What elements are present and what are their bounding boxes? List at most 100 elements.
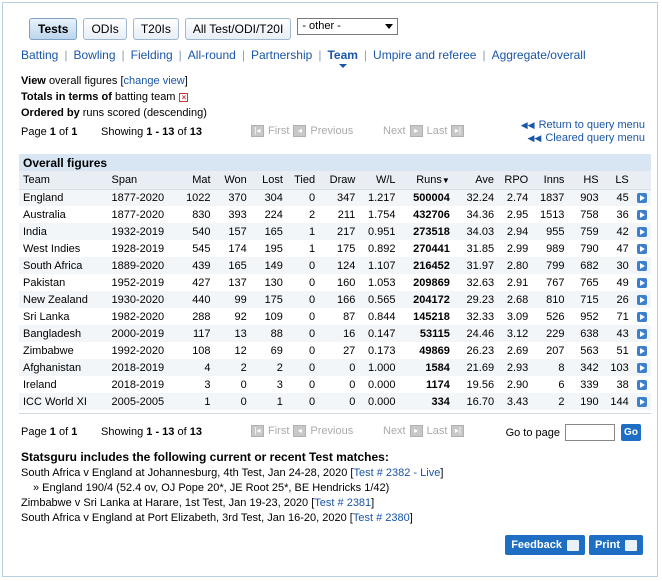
team-link[interactable]: Pakistan <box>19 274 108 291</box>
remove-icon[interactable]: × <box>179 92 189 102</box>
team-link[interactable]: New Zealand <box>19 291 108 308</box>
cleared-query-link[interactable]: Cleared query menu <box>545 132 645 144</box>
match-detail: » England 190/4 (52.4 ov, OJ Pope 20*, J… <box>33 482 390 494</box>
cell-inns: 2 <box>532 393 569 410</box>
team-link[interactable]: Sri Lanka <box>19 308 108 325</box>
cell-hs: 759 <box>568 223 603 240</box>
row-detail-arrow-icon[interactable] <box>637 362 647 373</box>
tab-t20is[interactable]: T20Is <box>132 18 179 40</box>
double-left-arrow-icon: ◀◀ <box>520 120 535 130</box>
cell-draw: 124 <box>319 257 360 274</box>
tab-all-formats[interactable]: All Test/ODI/T20I <box>184 18 292 40</box>
cell-runs: 216452 <box>399 257 454 274</box>
match-link[interactable]: Test # 2380 <box>353 512 410 524</box>
cell-rpo: 3.12 <box>498 325 533 342</box>
cell-tied: 0 <box>286 257 320 274</box>
column-header-runs[interactable]: Runs▼ <box>399 171 454 190</box>
other-format-value: - other - <box>302 20 341 32</box>
cell-won: 99 <box>214 291 251 308</box>
team-link[interactable]: South Africa <box>19 257 108 274</box>
cell-hs: 715 <box>568 291 603 308</box>
row-detail-arrow-icon[interactable] <box>637 277 647 288</box>
column-header-draw[interactable]: Draw <box>319 171 360 190</box>
row-detail-arrow-icon[interactable] <box>637 260 647 271</box>
other-format-select[interactable]: - other - <box>297 18 399 35</box>
next-link: Next <box>383 125 406 137</box>
goto-page-input[interactable] <box>565 424 615 441</box>
cell-ls: 71 <box>602 308 633 325</box>
team-link[interactable]: India <box>19 223 108 240</box>
cell-won: 0 <box>214 376 251 393</box>
column-header-ls[interactable]: LS <box>602 171 633 190</box>
cell-tied: 1 <box>286 240 320 257</box>
subnav-partnership[interactable]: Partnership <box>251 48 312 62</box>
team-link[interactable]: England <box>19 189 108 206</box>
cell-w-l: 0.000 <box>359 376 400 393</box>
row-detail-arrow-icon[interactable] <box>637 294 647 305</box>
tab-odis[interactable]: ODIs <box>83 18 127 40</box>
row-detail-arrow-icon[interactable] <box>637 192 647 203</box>
row-detail-arrow-icon[interactable] <box>637 379 647 390</box>
cell-runs: 53115 <box>399 325 454 342</box>
column-header-won[interactable]: Won <box>214 171 251 190</box>
column-header-span[interactable]: Span <box>107 171 182 190</box>
column-header-inns[interactable]: Inns <box>532 171 569 190</box>
team-link[interactable]: West Indies <box>19 240 108 257</box>
team-link[interactable]: Bangladesh <box>19 325 108 342</box>
cell-span: 1877-2020 <box>107 189 182 206</box>
column-header-team[interactable]: Team <box>19 171 108 190</box>
sort-desc-icon: ▼ <box>441 175 450 185</box>
subnav-umpire-referee[interactable]: Umpire and referee <box>373 48 476 62</box>
totals-label: Totals in terms of <box>21 91 112 103</box>
subnav-aggregate[interactable]: Aggregate/overall <box>492 48 586 62</box>
subnav-team[interactable]: Team <box>327 48 358 68</box>
team-link[interactable]: ICC World XI <box>19 393 108 410</box>
column-header-lost[interactable]: Lost <box>250 171 287 190</box>
cell-ave: 26.23 <box>453 342 499 359</box>
subnav-batting[interactable]: Batting <box>21 48 58 62</box>
subnav-bowling[interactable]: Bowling <box>73 48 115 62</box>
table-row: England 1877-2020 1022 370 304 0 347 1.217 50000… <box>19 189 651 206</box>
go-button[interactable]: Go <box>621 424 641 441</box>
team-link[interactable]: Ireland <box>19 376 108 393</box>
change-view-link[interactable]: change view <box>124 75 185 87</box>
subnav-all-round[interactable]: All-round <box>188 48 236 62</box>
recent-matches: Statsguru includes the following current… <box>21 450 443 526</box>
cell-tied: 0 <box>286 342 320 359</box>
cell-rpo: 3.43 <box>498 393 533 410</box>
team-link[interactable]: Zimbabwe <box>19 342 108 359</box>
cell-tied: 0 <box>286 376 320 393</box>
row-detail-arrow-icon[interactable] <box>637 243 647 254</box>
cell-lost: 224 <box>250 206 287 223</box>
row-detail-arrow-icon[interactable] <box>637 396 647 407</box>
cell-span: 1992-2020 <box>107 342 182 359</box>
match-link[interactable]: Test # 2381 <box>314 497 371 509</box>
cell-tied: 0 <box>286 359 320 376</box>
team-link[interactable]: Afghanistan <box>19 359 108 376</box>
column-header-mat[interactable]: Mat <box>181 171 215 190</box>
cell-span: 2000-2019 <box>107 325 182 342</box>
row-detail-arrow-icon[interactable] <box>637 311 647 322</box>
subnav-fielding[interactable]: Fielding <box>131 48 173 62</box>
row-detail-arrow-icon[interactable] <box>637 328 647 339</box>
return-to-query-link[interactable]: Return to query menu <box>539 119 645 131</box>
row-detail-arrow-icon[interactable] <box>637 209 647 220</box>
column-header-rpo[interactable]: RPO <box>498 171 533 190</box>
last-page-icon: ▸| <box>451 425 465 437</box>
tab-tests[interactable]: Tests <box>29 18 78 40</box>
column-header-hs[interactable]: HS <box>568 171 603 190</box>
column-header-w-l[interactable]: W/L <box>359 171 400 190</box>
cell-inns: 1837 <box>532 189 569 206</box>
feedback-button[interactable]: Feedback <box>505 535 585 555</box>
print-button[interactable]: Print <box>588 535 643 555</box>
table-header-row: Team Span Mat Won Lost Tied Draw W/L Runs▼ Ave RPO… <box>19 171 651 190</box>
row-detail-arrow-icon[interactable] <box>637 226 647 237</box>
team-link[interactable]: Australia <box>19 206 108 223</box>
cell-span: 1928-2019 <box>107 240 182 257</box>
match-link[interactable]: Test # 2382 - Live <box>353 467 440 479</box>
last-page-icon: ▸| <box>451 125 465 137</box>
column-header-tied[interactable]: Tied <box>286 171 320 190</box>
row-detail-arrow-icon[interactable] <box>637 345 647 356</box>
cell-tied: 0 <box>286 325 320 342</box>
column-header-ave[interactable]: Ave <box>453 171 499 190</box>
